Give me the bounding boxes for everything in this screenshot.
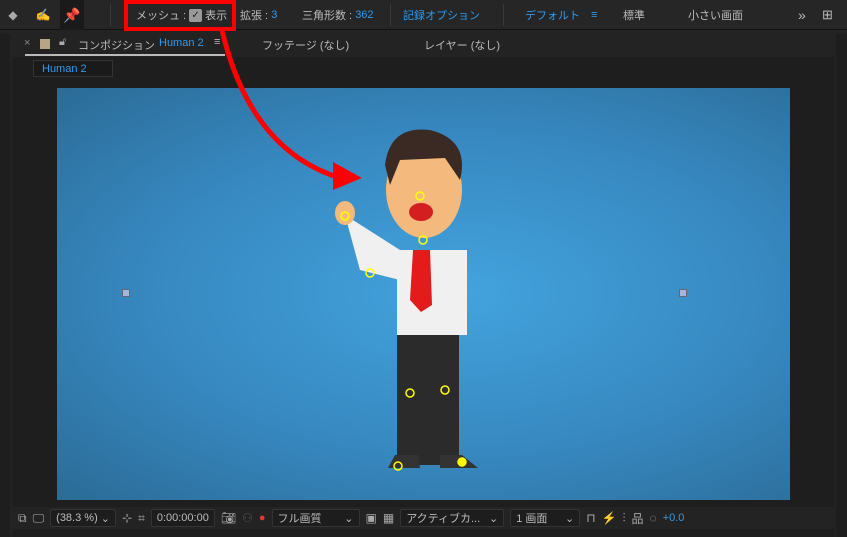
camera-value: アクティブカ... <box>406 513 481 525</box>
zoom-dropdown[interactable]: (38.3 %) ⌄ <box>50 509 117 527</box>
region-of-interest-icon[interactable]: ▣ <box>366 511 377 525</box>
grid-guides-icon[interactable]: ⊹ <box>122 511 132 525</box>
timecode-field[interactable]: 0:00:00:00 <box>150 509 215 527</box>
reset-exposure-icon[interactable]: ◌ <box>650 511 657 525</box>
show-snapshot-icon[interactable]: ⚇ <box>242 511 253 525</box>
resolution-dropdown[interactable]: フル画質 ⌄ <box>271 509 360 527</box>
monitor-icon[interactable]: 🖵︎ <box>33 511 45 526</box>
pixel-aspect-icon[interactable]: ⊓ <box>586 511 595 525</box>
camera-dropdown[interactable]: アクティブカ... ⌄ <box>400 509 505 527</box>
red-arrow-annotation <box>219 29 362 190</box>
transparency-grid-icon[interactable]: ▦ <box>383 511 394 525</box>
resolution-value: フル画質 <box>277 513 322 525</box>
fast-previews-icon[interactable]: ⚡ <box>602 511 617 525</box>
timeline-icon[interactable]: ⫶ <box>623 511 626 526</box>
flowchart-icon[interactable]: 品 <box>632 510 644 527</box>
snapshot-icon[interactable]: 📷︎ <box>221 511 236 525</box>
always-preview-icon[interactable]: ⧉ <box>18 511 27 526</box>
views-dropdown[interactable]: 1 画面 ⌄ <box>510 509 581 527</box>
channels-icon[interactable]: ● <box>259 512 266 524</box>
mask-visibility-icon[interactable]: ⌗ <box>138 511 145 526</box>
viewer-controls: ⧉ 🖵︎ (38.3 %) ⌄ ⊹ ⌗ 0:00:00:00 📷︎ ⚇ ● フル… <box>12 507 834 529</box>
exposure-value[interactable]: +0.0 <box>663 512 685 524</box>
views-value: 1 画面 <box>516 513 548 525</box>
zoom-value: (38.3 %) <box>56 512 98 524</box>
